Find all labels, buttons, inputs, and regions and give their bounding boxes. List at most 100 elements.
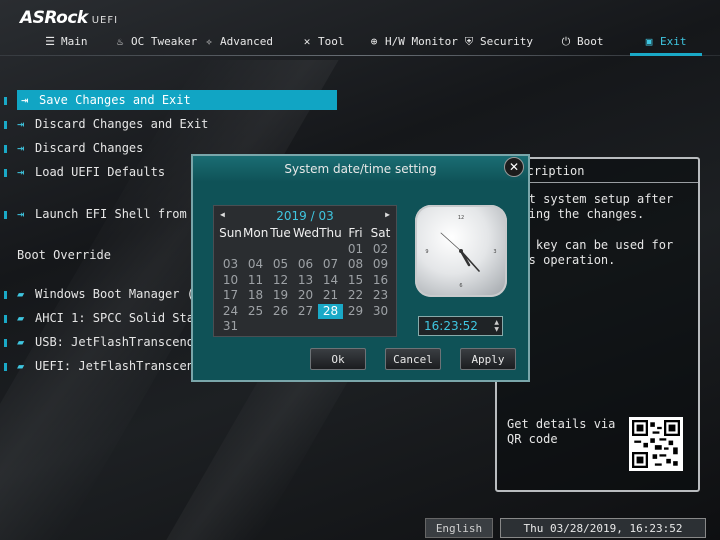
cancel-button[interactable]: Cancel — [385, 348, 441, 370]
weekday-header: Wed — [293, 226, 320, 240]
calendar-day[interactable]: 05 — [268, 257, 293, 273]
next-month-icon[interactable]: ▶ — [385, 210, 390, 219]
clock-face-icon: 12 3 6 9 — [425, 215, 496, 289]
calendar-empty — [318, 319, 343, 335]
calendar-day[interactable]: 21 — [318, 288, 343, 304]
calendar-empty — [243, 319, 268, 335]
calendar-day[interactable]: 31 — [218, 319, 243, 335]
weekday-header: Fri — [348, 226, 363, 240]
calendar-day[interactable]: 29 — [343, 304, 368, 320]
dialog-title: System date/time setting — [193, 156, 528, 182]
datetime-dialog: System date/time setting ◀ 2019 / 03 ▶ S… — [191, 154, 530, 382]
row-marker — [4, 211, 7, 219]
folder-icon: ▰ — [17, 335, 25, 349]
tab-main[interactable]: ☰ Main — [44, 31, 87, 53]
calendar-day[interactable]: 13 — [293, 273, 318, 289]
svg-text:3: 3 — [493, 249, 496, 255]
tab-exit[interactable]: ▣ Exit — [643, 31, 687, 53]
calendar-day[interactable]: 16 — [368, 273, 393, 289]
qr-code[interactable] — [629, 417, 683, 471]
exit-icon: ▣ — [645, 35, 653, 48]
flame-icon: ♨ — [116, 35, 124, 48]
row-marker — [4, 339, 7, 347]
weekday-header: Sat — [370, 226, 391, 240]
calendar-empty — [243, 242, 268, 258]
calendar-day[interactable]: 28 — [318, 303, 343, 319]
calendar-day[interactable]: 20 — [293, 288, 318, 304]
time-input[interactable]: 16:23:52 ▲ ▼ — [418, 316, 503, 336]
weekday-header: Mon — [243, 226, 269, 240]
description-hint: F10 key can be used for this operation. — [507, 238, 674, 267]
calendar-day[interactable]: 15 — [343, 273, 368, 289]
tab-oc-tweaker[interactable]: ♨ OC Tweaker — [114, 31, 198, 53]
menu-item-discard-changes[interactable]: ⇥ Discard Changes — [4, 138, 143, 158]
tab-security[interactable]: ⛨ Security — [463, 31, 533, 53]
folder-icon: ▰ — [17, 287, 25, 301]
calendar-day[interactable]: 18 — [243, 288, 268, 304]
weekday-header: Tue — [270, 226, 291, 240]
calendar-day[interactable]: 06 — [293, 257, 318, 273]
calendar-day[interactable]: 25 — [243, 304, 268, 320]
calendar-day[interactable]: 01 — [343, 242, 368, 258]
exit-arrow-icon: ⇥ — [21, 93, 29, 107]
calendar-day[interactable]: 09 — [368, 257, 393, 273]
apply-button[interactable]: Apply — [460, 348, 516, 370]
menu-item-save-changes-exit[interactable]: ⇥ Save Changes and Exit — [4, 90, 337, 110]
ok-button[interactable]: Ok — [310, 348, 366, 370]
calendar-day[interactable]: 07 — [318, 257, 343, 273]
analog-clock: 12 3 6 9 — [415, 205, 507, 297]
tab-advanced[interactable]: ✧ Advanced — [203, 31, 273, 53]
calendar-day[interactable]: 24 — [218, 304, 243, 320]
row-marker — [4, 97, 7, 105]
close-icon[interactable]: ✕ — [504, 157, 524, 177]
folder-icon: ▰ — [17, 311, 25, 325]
calendar-day[interactable]: 03 — [218, 257, 243, 273]
svg-text:6: 6 — [459, 283, 462, 289]
monitor-icon: ⊕ — [370, 35, 378, 48]
brand-logo: ASRock UEFI — [20, 8, 119, 28]
exit-arrow-icon: ⇥ — [17, 117, 25, 131]
qr-code-icon — [632, 420, 680, 468]
weekday-header: Sun — [219, 226, 242, 240]
row-marker — [4, 291, 7, 299]
exit-arrow-icon: ⇥ — [17, 141, 25, 155]
row-marker — [4, 121, 7, 129]
shield-icon: ⛨ — [464, 35, 474, 48]
language-button[interactable]: English — [425, 518, 493, 538]
calendar-day[interactable]: 02 — [368, 242, 393, 258]
spinner-icon[interactable]: ▲ ▼ — [494, 319, 499, 333]
boot-override-title: Boot Override — [17, 248, 111, 262]
menu-item-load-defaults[interactable]: ⇥ Load UEFI Defaults — [4, 162, 165, 182]
description-text: Exit system setup after saving the chang… — [507, 192, 674, 221]
list-icon: ☰ — [45, 35, 55, 48]
calendar-day[interactable]: 10 — [218, 273, 243, 289]
calendar-day[interactable]: 08 — [343, 257, 368, 273]
calendar-day[interactable]: 19 — [268, 288, 293, 304]
row-marker — [4, 315, 7, 323]
calendar-day[interactable]: 22 — [343, 288, 368, 304]
exit-arrow-icon: ⇥ — [17, 207, 25, 221]
tools-icon: ✕ — [303, 35, 311, 48]
calendar-empty — [368, 319, 393, 335]
calendar-day[interactable]: 30 — [368, 304, 393, 320]
menu-item-discard-changes-exit[interactable]: ⇥ Discard Changes and Exit — [4, 114, 208, 134]
calendar-day[interactable]: 17 — [218, 288, 243, 304]
folder-icon: ▰ — [17, 359, 25, 373]
status-datetime: Thu 03/28/2019, 16:23:52 — [500, 518, 706, 538]
calendar-day[interactable]: 11 — [243, 273, 268, 289]
calendar-empty — [268, 319, 293, 335]
tab-hw-monitor[interactable]: ⊕ H/W Monitor — [368, 31, 458, 53]
active-tab-indicator — [630, 53, 702, 56]
top-nav: ☰ Main ♨ OC Tweaker ✧ Advanced ✕ Tool ⊕ H/W M… — [0, 31, 720, 55]
calendar-day[interactable]: 26 — [268, 304, 293, 320]
calendar-day[interactable]: 12 — [268, 273, 293, 289]
tab-tool[interactable]: ✕ Tool — [301, 31, 345, 53]
exit-arrow-icon: ⇥ — [17, 165, 25, 179]
tab-boot[interactable]: ⏻ Boot — [560, 31, 604, 53]
calendar-day[interactable]: 23 — [368, 288, 393, 304]
calendar-day[interactable]: 04 — [243, 257, 268, 273]
calendar-empty — [343, 319, 368, 335]
calendar-day[interactable]: 27 — [293, 304, 318, 320]
calendar-day[interactable]: 14 — [318, 273, 343, 289]
calendar-month-label: 2019 / 03 — [276, 209, 334, 223]
